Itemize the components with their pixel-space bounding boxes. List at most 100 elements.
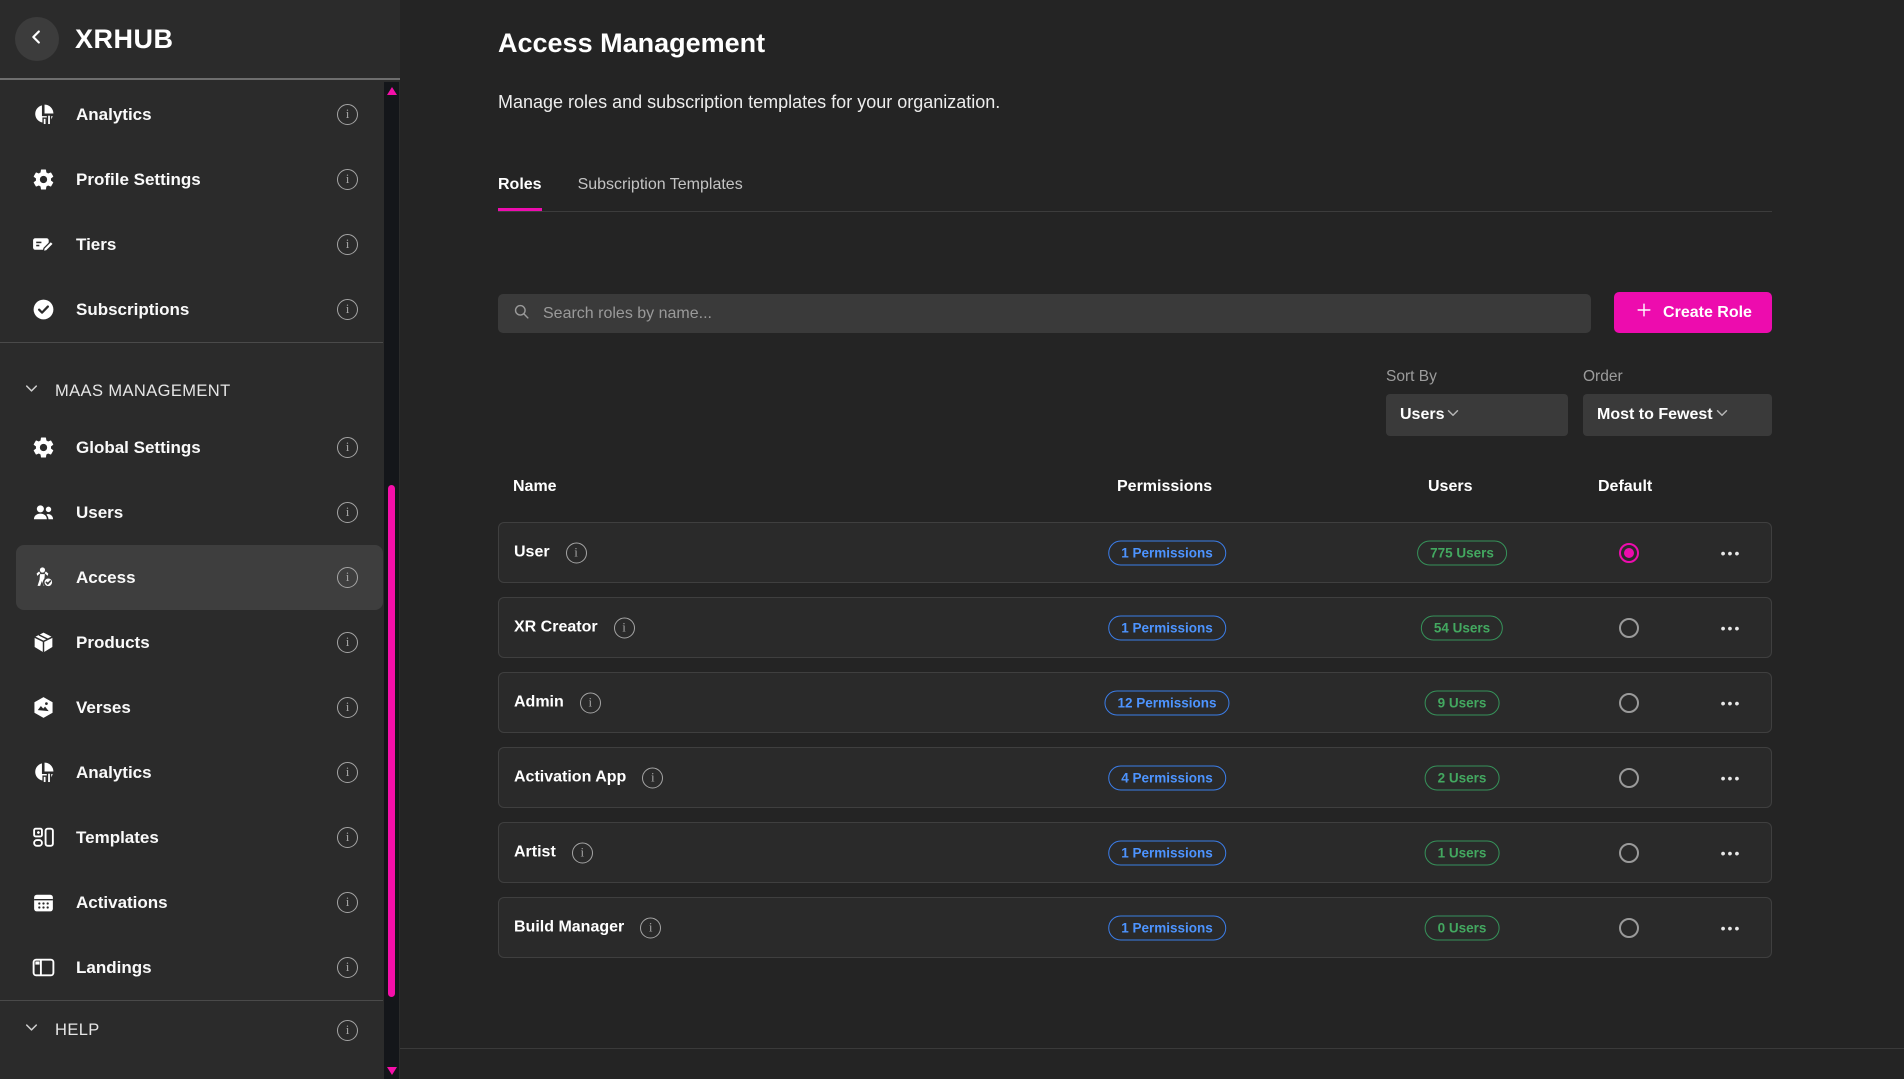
- info-icon[interactable]: [337, 697, 358, 718]
- info-icon[interactable]: [337, 827, 358, 848]
- card-pen-icon: [30, 232, 56, 258]
- sidebar-section-maas-management[interactable]: MAAS MANAGEMENT: [0, 367, 383, 415]
- role-name: Activation App: [514, 769, 626, 787]
- order-label: Order: [1583, 368, 1623, 386]
- sidebar-item-profile-settings[interactable]: Profile Settings: [0, 147, 383, 212]
- users-badge[interactable]: 775 Users: [1417, 540, 1507, 565]
- sidebar-item-analytics[interactable]: Analytics: [0, 82, 383, 147]
- info-icon[interactable]: [614, 617, 635, 638]
- info-icon[interactable]: [337, 169, 358, 190]
- users-badge[interactable]: 0 Users: [1425, 915, 1500, 940]
- back-button[interactable]: [15, 17, 59, 61]
- info-icon[interactable]: [337, 502, 358, 523]
- scroll-down-arrow-icon[interactable]: [387, 1067, 397, 1075]
- default-radio[interactable]: [1619, 768, 1639, 788]
- page-subtitle: Manage roles and subscription templates …: [498, 92, 1000, 113]
- sidebar-divider: [0, 342, 383, 343]
- search-input[interactable]: [543, 305, 1577, 323]
- check-circle-icon: [30, 297, 56, 323]
- sidebar-item-verses[interactable]: Verses: [0, 675, 383, 740]
- sidebar-item-landings[interactable]: Landings: [0, 935, 383, 1000]
- users-badge[interactable]: 54 Users: [1421, 615, 1503, 640]
- permissions-badge[interactable]: 1 Permissions: [1108, 540, 1226, 565]
- sidebar-item-products[interactable]: Products: [0, 610, 383, 675]
- default-radio[interactable]: [1619, 543, 1639, 563]
- users-badge[interactable]: 1 Users: [1425, 840, 1500, 865]
- permissions-badge[interactable]: 4 Permissions: [1108, 765, 1226, 790]
- info-icon[interactable]: [337, 1020, 358, 1041]
- sidebar-item-analytics-maas[interactable]: Analytics: [0, 740, 383, 805]
- create-role-button[interactable]: Create Role: [1614, 292, 1772, 333]
- sort-by-value: Users: [1400, 406, 1444, 424]
- tab-subscription-templates[interactable]: Subscription Templates: [578, 176, 743, 211]
- users-badge[interactable]: 9 Users: [1425, 690, 1500, 715]
- default-radio[interactable]: [1619, 918, 1639, 938]
- info-icon[interactable]: [337, 437, 358, 458]
- tab-roles[interactable]: Roles: [498, 176, 542, 211]
- info-icon[interactable]: [572, 842, 593, 863]
- scrollbar-thumb[interactable]: [388, 485, 395, 997]
- permissions-badge[interactable]: 12 Permissions: [1104, 690, 1229, 715]
- info-icon[interactable]: [337, 632, 358, 653]
- ellipsis-icon[interactable]: [1721, 620, 1742, 636]
- tab-bar: Roles Subscription Templates: [498, 176, 1772, 212]
- sidebar: XRHUB Analytics Profile Settings Tiers S…: [0, 0, 400, 1079]
- sidebar-item-access[interactable]: Access: [16, 545, 383, 610]
- sidebar-item-label: Profile Settings: [76, 170, 201, 190]
- ellipsis-icon[interactable]: [1721, 770, 1742, 786]
- sidebar-item-label: Templates: [76, 828, 159, 848]
- info-icon[interactable]: [337, 104, 358, 125]
- sidebar-item-label: Subscriptions: [76, 300, 189, 320]
- sidebar-item-global-settings[interactable]: Global Settings: [0, 415, 383, 480]
- chevron-left-icon: [26, 26, 48, 53]
- chevron-down-icon: [1713, 404, 1731, 427]
- info-icon[interactable]: [337, 567, 358, 588]
- permissions-badge[interactable]: 1 Permissions: [1108, 840, 1226, 865]
- info-icon[interactable]: [580, 692, 601, 713]
- search-box: [498, 294, 1591, 333]
- info-icon[interactable]: [642, 767, 663, 788]
- role-name: Build Manager: [514, 919, 624, 937]
- column-header-name: Name: [513, 478, 557, 496]
- ellipsis-icon[interactable]: [1721, 695, 1742, 711]
- default-radio[interactable]: [1619, 843, 1639, 863]
- sidebar-item-label: Access: [76, 568, 136, 588]
- chevron-down-icon: [22, 1018, 41, 1042]
- info-icon[interactable]: [337, 892, 358, 913]
- table-row: Build Manager 1 Permissions 0 Users: [498, 897, 1772, 958]
- chart-pie-icon: [30, 760, 56, 786]
- sort-by-dropdown[interactable]: Users: [1386, 394, 1568, 436]
- info-icon[interactable]: [566, 542, 587, 563]
- order-dropdown[interactable]: Most to Fewest: [1583, 394, 1772, 436]
- default-radio[interactable]: [1619, 618, 1639, 638]
- create-role-label: Create Role: [1663, 304, 1752, 322]
- sidebar-item-label: Tiers: [76, 235, 116, 255]
- sidebar-item-activations[interactable]: Activations: [0, 870, 383, 935]
- sidebar-item-tiers[interactable]: Tiers: [0, 212, 383, 277]
- table-row: Artist 1 Permissions 1 Users: [498, 822, 1772, 883]
- ellipsis-icon[interactable]: [1721, 920, 1742, 936]
- permissions-badge[interactable]: 1 Permissions: [1108, 615, 1226, 640]
- info-icon[interactable]: [337, 762, 358, 783]
- default-radio[interactable]: [1619, 693, 1639, 713]
- gear-icon: [30, 167, 56, 193]
- ellipsis-icon[interactable]: [1721, 545, 1742, 561]
- info-icon[interactable]: [337, 957, 358, 978]
- info-icon[interactable]: [337, 299, 358, 320]
- person-check-icon: [30, 565, 56, 591]
- sidebar-item-subscriptions[interactable]: Subscriptions: [0, 277, 383, 342]
- sidebar-scrollbar[interactable]: [384, 82, 399, 1079]
- sidebar-item-users[interactable]: Users: [0, 480, 383, 545]
- box-icon: [30, 630, 56, 656]
- sidebar-item-templates[interactable]: Templates: [0, 805, 383, 870]
- users-badge[interactable]: 2 Users: [1425, 765, 1500, 790]
- app-window: XRHUB Analytics Profile Settings Tiers S…: [0, 0, 1904, 1079]
- people-icon: [30, 500, 56, 526]
- sidebar-section-help[interactable]: HELP: [0, 1001, 383, 1059]
- permissions-badge[interactable]: 1 Permissions: [1108, 915, 1226, 940]
- chevron-down-icon: [22, 379, 41, 403]
- info-icon[interactable]: [640, 917, 661, 938]
- ellipsis-icon[interactable]: [1721, 845, 1742, 861]
- info-icon[interactable]: [337, 234, 358, 255]
- scroll-up-arrow-icon[interactable]: [387, 87, 397, 95]
